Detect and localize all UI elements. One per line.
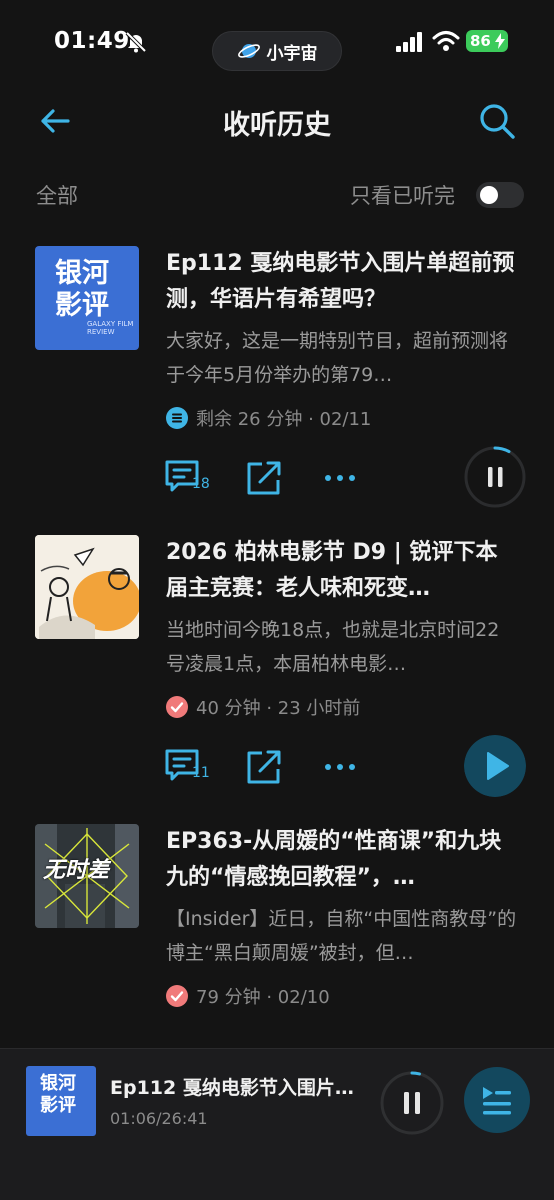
cover-text-line2: 影评	[55, 290, 109, 321]
filter-all-tab[interactable]: 全部	[36, 180, 78, 210]
episode-description: 当地时间今晚18点，也就是北京时间22号凌晨1点，本届柏林电影…	[166, 619, 500, 675]
battery-indicator: 86	[466, 30, 508, 52]
pause-button[interactable]	[464, 446, 526, 508]
finished-check-icon	[166, 985, 188, 1007]
episode-cover[interactable]: 银河 影评 GALAXY FILM REVIEW	[35, 246, 139, 350]
cover-sub-text: GALAXY FILM REVIEW	[87, 320, 134, 336]
mini-cover-text-line1: 银河	[40, 1073, 76, 1094]
episode-title[interactable]: Ep112 戛纳电影节入围片单超前预测，华语片有希望吗？	[166, 246, 518, 318]
only-finished-label: 只看已听完	[350, 184, 455, 208]
episode-item[interactable]: 2026 柏林电影节 D9 | 锐评下本届主竞赛：老人味和死变… 当地时间今晚1…	[0, 535, 554, 825]
share-icon[interactable]	[244, 747, 284, 787]
mini-cover-text-line2: 影评	[40, 1095, 76, 1116]
comment-count: 11	[192, 765, 210, 781]
more-icon[interactable]	[320, 458, 360, 498]
cover-artwork	[35, 535, 139, 639]
cover-text: 无时差	[43, 858, 110, 883]
planet-icon	[237, 44, 260, 58]
episode-meta-text: 剩余 26 分钟 · 02/11	[196, 409, 372, 430]
episode-description: 大家好，这是一期特别节目，超前预测将于今年5月份举办的第79…	[166, 330, 509, 386]
episode-item[interactable]: 银河 影评 GALAXY FILM REVIEW Ep112 戛纳电影节入围片单…	[0, 246, 554, 536]
charging-bolt-icon	[495, 33, 505, 49]
toggle-knob	[480, 186, 498, 204]
playlist-button[interactable]	[464, 1067, 530, 1133]
cover-text-line1: 银河	[55, 258, 109, 289]
mini-player-title[interactable]: Ep112 戛纳电影节入围片单超前预测，华语片有希望吗？	[110, 1073, 360, 1100]
status-bar: 01:49 小宇宙 86	[0, 0, 554, 88]
signal-icon	[396, 32, 422, 52]
episode-meta: 79 分钟 · 02/10	[166, 984, 330, 1008]
mini-player-time: 01:06/26:41	[110, 1109, 208, 1128]
battery-level: 86	[470, 32, 491, 50]
episode-meta-text: 79 分钟 · 02/10	[196, 987, 330, 1008]
episode-cover[interactable]	[35, 535, 139, 639]
episode-actions: 11	[164, 747, 364, 787]
share-icon[interactable]	[244, 458, 284, 498]
app-pill-label: 小宇宙	[266, 43, 318, 64]
comment-count: 18	[192, 476, 210, 492]
play-button[interactable]	[464, 735, 526, 797]
episode-meta: 40 分钟 · 23 小时前	[166, 695, 360, 719]
search-icon[interactable]	[478, 102, 516, 140]
in-progress-icon	[166, 407, 188, 429]
status-time: 01:49	[54, 28, 130, 54]
wifi-icon	[432, 31, 460, 51]
mini-player[interactable]: 银河 影评 Ep112 戛纳电影节入围片单超前预测，华语片有希望吗？ 01:06…	[0, 1048, 554, 1200]
playlist-icon	[483, 1087, 511, 1115]
comments-button[interactable]: 11	[164, 747, 210, 787]
episode-meta-text: 40 分钟 · 23 小时前	[196, 698, 361, 719]
episode-title[interactable]: EP363-从周媛的“性商课”和九块九的“情感挽回教程”，…	[166, 824, 518, 896]
episode-actions: 18	[164, 458, 364, 498]
page-title: 收听历史	[223, 110, 331, 141]
episode-cover[interactable]: 无时差	[35, 824, 139, 928]
mini-player-cover[interactable]: 银河 影评	[26, 1066, 96, 1136]
mini-pause-button[interactable]	[380, 1071, 444, 1135]
bell-muted-icon	[125, 31, 147, 53]
comments-button[interactable]: 18	[164, 458, 210, 498]
only-finished-toggle[interactable]	[476, 182, 524, 208]
finished-check-icon	[166, 696, 188, 718]
more-icon[interactable]	[320, 747, 360, 787]
episode-meta: 剩余 26 分钟 · 02/11	[166, 406, 371, 430]
episode-title[interactable]: 2026 柏林电影节 D9 | 锐评下本届主竞赛：老人味和死变…	[166, 535, 518, 607]
app-pill-button[interactable]: 小宇宙	[212, 31, 342, 71]
episode-description: 【Insider】近日，自称“中国性商教母”的博主“黑白颠周媛”被封，但…	[166, 908, 517, 964]
